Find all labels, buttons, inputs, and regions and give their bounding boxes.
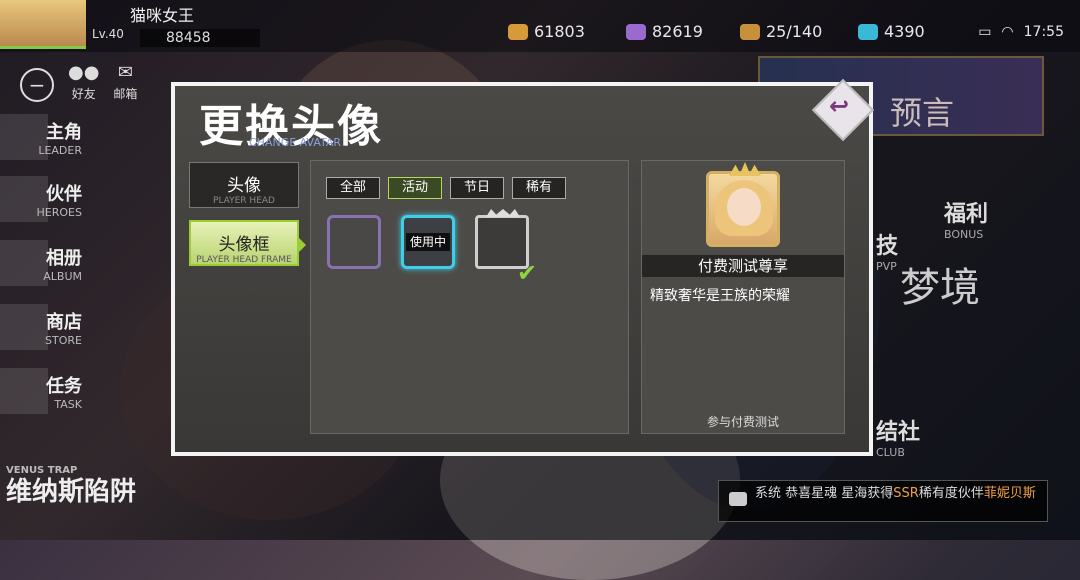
sidenav-store[interactable]: 商店 STORE — [0, 300, 86, 356]
crystal-icon — [626, 23, 646, 40]
event-sublabel: VENUS TRAP — [6, 465, 78, 476]
friends-label: 好友 — [71, 87, 96, 101]
wifi-icon: ◠ — [1001, 24, 1014, 40]
resource-crystal[interactable]: 82619 — [626, 22, 703, 41]
tab-player-head-frame[interactable]: 头像框 PLAYER HEAD FRAME — [189, 220, 306, 266]
event-venus-trap[interactable]: VENUS TRAP 维纳斯陷阱 — [6, 466, 136, 508]
change-avatar-dialog: 更换头像 CHANGE AVATAR ↩ 头像 PLAYER HEAD 头像框 … — [171, 78, 875, 456]
task-icon — [0, 368, 48, 414]
sidenav-label: 任务 — [46, 376, 82, 397]
checkmark-icon: ✔ — [517, 259, 538, 287]
chat-middle: 星海获得 — [841, 486, 894, 501]
resource-value: 82619 — [652, 22, 703, 41]
frame-preview — [706, 162, 780, 247]
friends-button[interactable]: ●● 好友 — [68, 62, 99, 102]
mail-icon: ✉ — [117, 62, 133, 83]
sidenav-sublabel: ALBUM — [43, 270, 82, 283]
club-label: 结社 — [876, 420, 921, 445]
top-bar: 猫咪女王 Lv.40 88458 61803 82619 25/140 4390… — [0, 0, 1080, 52]
arena-sublabel: PVP — [876, 260, 897, 273]
sidenav-sublabel: TASK — [54, 398, 82, 411]
filter-rare[interactable]: 稀有 — [512, 177, 566, 199]
chat-suffix: 稀有度伙伴 — [918, 486, 984, 501]
frame-name: 付费测试尊享 — [642, 255, 844, 277]
sidenav-leader[interactable]: 主角 LEADER — [0, 110, 86, 166]
coin-icon — [508, 23, 528, 40]
chat-icon — [729, 492, 747, 506]
resource-chest[interactable]: 25/140 — [740, 22, 822, 41]
player-avatar[interactable] — [0, 0, 86, 49]
resource-value: 4390 — [884, 22, 925, 41]
sidenav-album[interactable]: 相册 ALBUM — [0, 236, 86, 292]
minus-icon: − — [20, 68, 54, 102]
tab-player-head[interactable]: 头像 PLAYER HEAD — [189, 162, 299, 208]
resource-value: 25/140 — [766, 22, 823, 41]
player-power: 88458 — [140, 29, 260, 47]
sidenav-sublabel: STORE — [45, 334, 82, 347]
player-level: Lv.40 — [92, 27, 124, 41]
club-button[interactable]: 结社 CLUB — [876, 414, 920, 459]
mail-button[interactable]: ✉ 邮箱 — [113, 62, 137, 102]
frame-description: 精致奢华是王族的荣耀 — [650, 288, 790, 304]
sidenav-task[interactable]: 任务 TASK — [0, 364, 86, 420]
dream-button[interactable]: 梦境 — [900, 255, 980, 313]
club-sublabel: CLUB — [876, 446, 905, 459]
welfare-sublabel: BONUS — [944, 228, 984, 241]
sidenav-label: 相册 — [46, 248, 82, 269]
frame-item-cyan[interactable]: 使用中 — [401, 215, 455, 269]
banner-text: 预言 — [890, 94, 955, 132]
preview-face — [727, 188, 761, 226]
power-value: 88458 — [166, 30, 211, 46]
back-arrow-icon: ↩ — [829, 92, 850, 120]
welfare-button[interactable]: 福利 BONUS — [944, 196, 988, 241]
dialog-subtitle: CHANGE AVATAR — [249, 136, 342, 149]
player-name: 猫咪女王 — [130, 6, 195, 25]
resource-gem[interactable]: 4390 — [858, 22, 925, 41]
system-status: ▭ ◠ 17:55 — [978, 24, 1064, 40]
filter-all[interactable]: 全部 — [326, 177, 380, 199]
chat-hero-name: 菲妮贝斯 — [983, 486, 1036, 501]
gem-icon — [858, 23, 878, 40]
system-chat-message[interactable]: 系统 恭喜星魂 星海获得SSR稀有度伙伴菲妮贝斯 — [718, 480, 1048, 522]
chat-rarity: SSR — [893, 486, 919, 501]
event-label: 维纳斯陷阱 — [6, 477, 137, 507]
store-icon — [0, 304, 48, 350]
chest-icon — [740, 23, 760, 40]
frame-source: 参与付费测试 — [706, 415, 779, 429]
back-button[interactable]: ↩ — [811, 78, 875, 142]
sidenav-label: 伙伴 — [46, 184, 82, 205]
frame-detail-panel: 付费测试尊享 精致奢华是王族的荣耀 参与付费测试 — [641, 160, 845, 434]
resource-coin[interactable]: 61803 — [508, 22, 585, 41]
frame-item-purple[interactable] — [327, 215, 381, 269]
battery-icon: ▭ — [978, 24, 992, 40]
menu-collapse-button[interactable]: − — [20, 68, 54, 102]
sidenav-label: 商店 — [46, 312, 82, 333]
crown-icon — [486, 209, 520, 217]
sidenav-sublabel: LEADER — [38, 144, 82, 157]
tiara-icon — [729, 162, 761, 176]
resource-value: 61803 — [534, 22, 585, 41]
album-icon — [0, 240, 48, 286]
tab-label: 头像 — [227, 176, 261, 196]
sidenav-heroes[interactable]: 伙伴 HEROES — [0, 172, 86, 228]
arena-button[interactable]: 技 PVP — [876, 228, 898, 273]
filter-holiday[interactable]: 节日 — [450, 177, 504, 199]
top-nav: − ●● 好友 ✉ 邮箱 — [20, 62, 137, 102]
sidenav-sublabel: HEROES — [36, 206, 82, 219]
in-use-badge: 使用中 — [406, 233, 450, 251]
filter-event[interactable]: 活动 — [388, 177, 442, 199]
friends-icon: ●● — [68, 62, 100, 83]
chat-prefix: 系统 恭喜星魂 — [755, 486, 838, 501]
mail-label: 邮箱 — [113, 87, 138, 101]
clock: 17:55 — [1023, 24, 1064, 40]
tab-label: 头像框 — [218, 235, 270, 255]
sidenav-label: 主角 — [46, 122, 82, 143]
frame-list-panel: 全部 活动 节日 稀有 使用中 ✔ — [310, 160, 629, 434]
arena-label: 技 — [876, 234, 899, 259]
tab-sublabel: PLAYER HEAD FRAME — [196, 255, 292, 265]
tab-sublabel: PLAYER HEAD — [213, 196, 275, 206]
welfare-label: 福利 — [944, 202, 989, 227]
tab-selected-arrow — [298, 237, 306, 253]
